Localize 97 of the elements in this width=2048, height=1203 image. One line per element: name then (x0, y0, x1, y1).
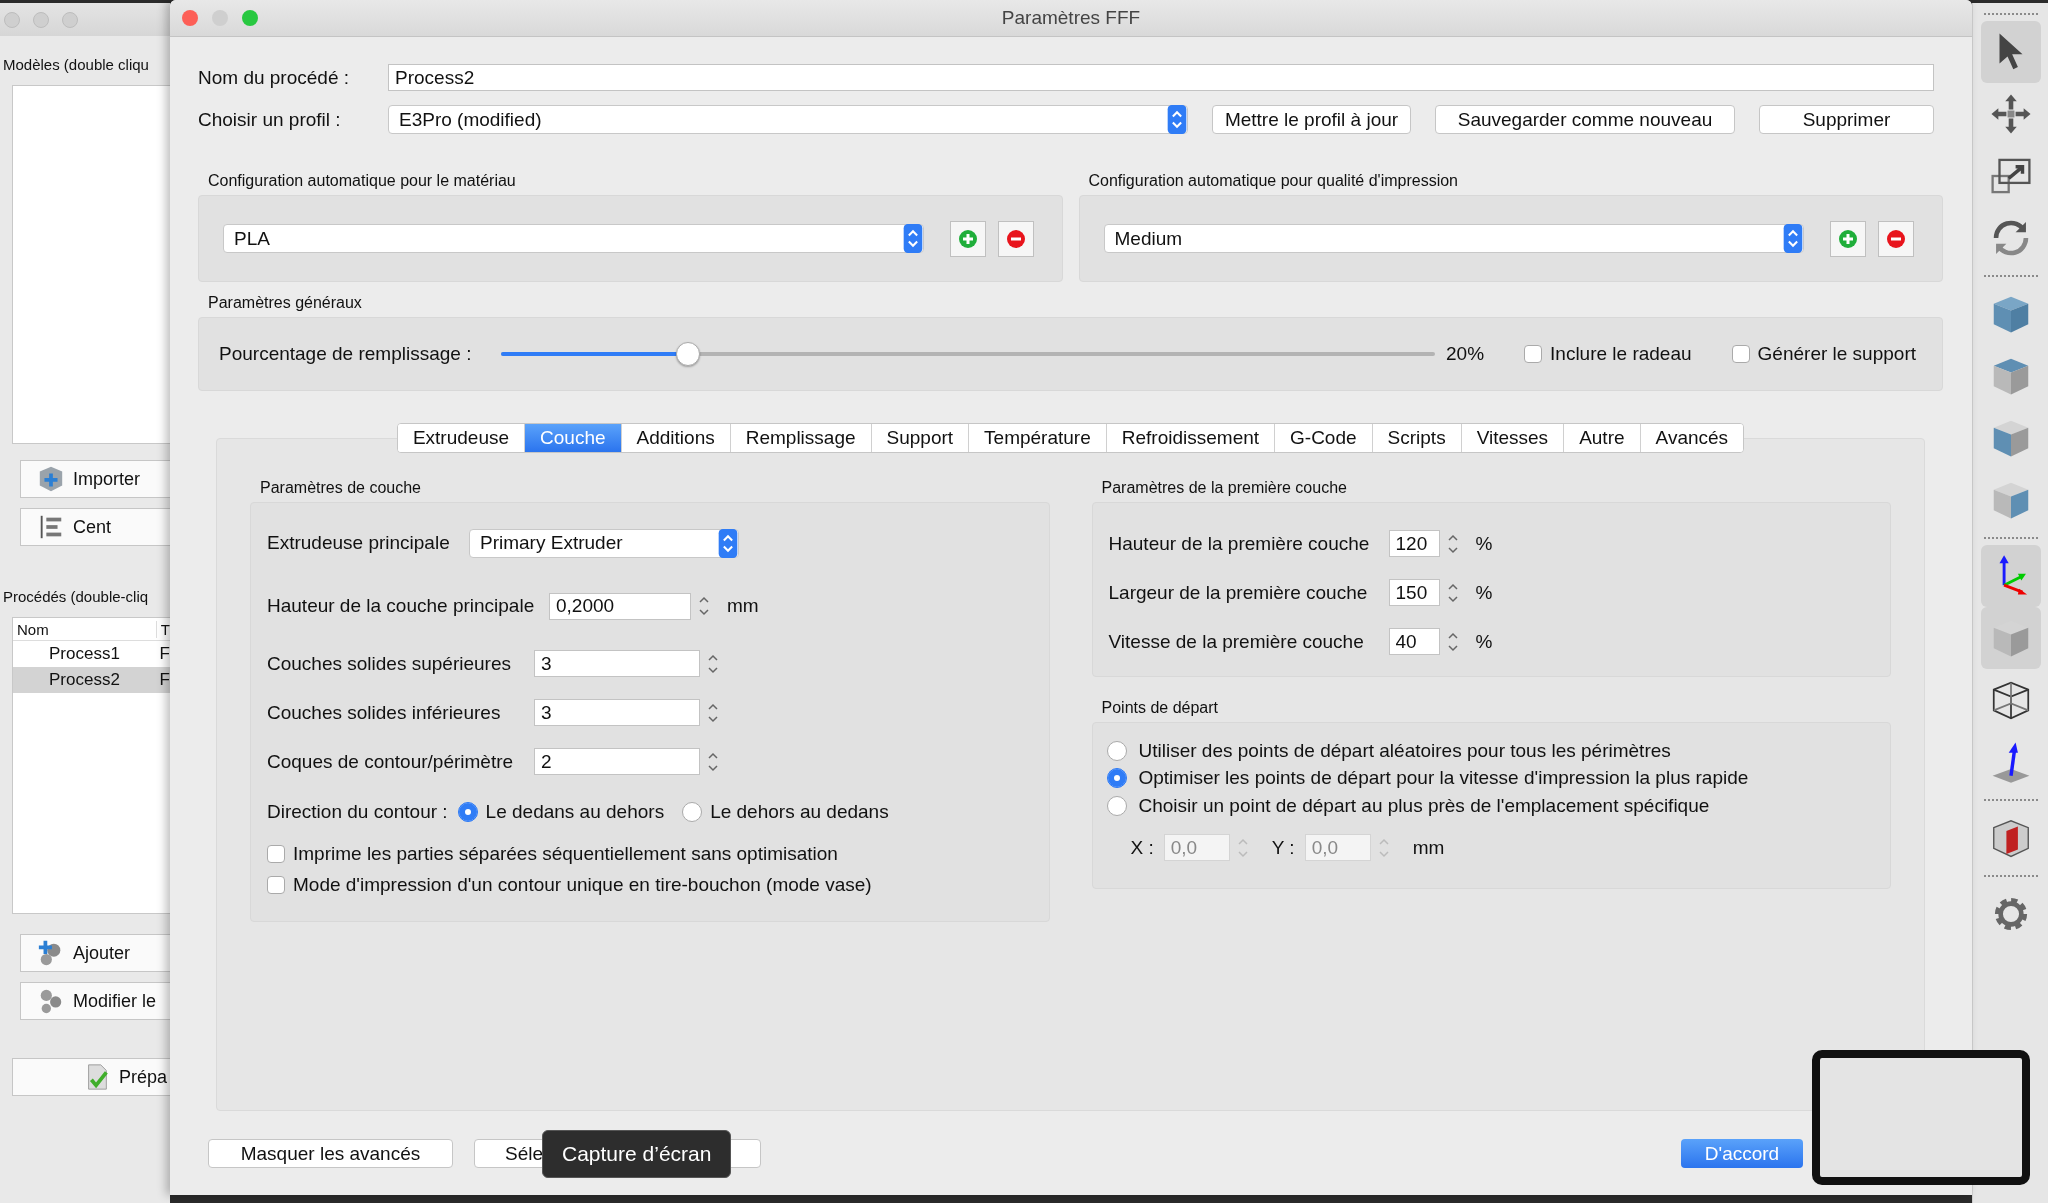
radio-button[interactable] (1106, 768, 1127, 789)
slider-value: 20% (1446, 343, 1485, 365)
checkbox-label: Imprime les parties séparées séquentiellement sans optimisation (293, 842, 838, 865)
field-label: Couches solides supérieures (267, 652, 512, 675)
field-label: Hauteur de la couche principale (267, 595, 536, 617)
table-cell-text: Process2 (48, 670, 121, 690)
number-field[interactable]: 40 (1388, 628, 1440, 655)
section-label: Modèles (double cliqu (2, 55, 150, 75)
add-button[interactable] (949, 220, 986, 257)
window-title: Paramètres FFF (1001, 7, 1141, 29)
toolbar-button[interactable]: Cent (20, 508, 170, 546)
field-label: Direction du contour : (267, 801, 448, 823)
table-cell-text: Process1 (48, 644, 121, 664)
table-cell-text: F (158, 670, 170, 690)
unit-label: mm (1412, 836, 1445, 859)
field-label: Couches solides inférieures (267, 701, 502, 724)
toolbar-button[interactable]: Importer (20, 460, 170, 498)
extruder-dropdown[interactable]: Primary Extruder (469, 528, 739, 558)
checkbox[interactable] (267, 844, 285, 863)
group-title: Paramètres généraux (207, 294, 363, 313)
minus-icon (1886, 228, 1906, 249)
group-title: Configuration automatique pour le matériau (207, 172, 517, 191)
field-label: Vitesse de la première couche (1108, 630, 1365, 653)
tooltip: Capture d’écran (542, 1130, 732, 1178)
minus-icon (1005, 228, 1026, 249)
checkbox[interactable] (267, 875, 285, 894)
remove-button[interactable] (997, 220, 1034, 257)
unit-label: % (1475, 581, 1493, 604)
number-field[interactable]: 150 (1388, 579, 1440, 606)
footer-button[interactable]: Masquer les avancés (208, 1139, 453, 1168)
toolbar-button[interactable]: Prépa (12, 1058, 170, 1096)
field-label: Y : (1271, 836, 1295, 859)
remove-button[interactable] (1878, 220, 1914, 257)
group-title: Points de départ (1100, 699, 1220, 718)
field-label: X : (1130, 836, 1154, 859)
checkbox[interactable] (1524, 345, 1543, 363)
field-label: Coques de contour/périmètre (267, 750, 515, 773)
infill-slider[interactable] (501, 342, 1435, 366)
cube-plus-icon (37, 465, 65, 493)
number-field[interactable]: 0,2000 (549, 592, 691, 620)
column-header[interactable]: T (156, 620, 170, 638)
table-row[interactable]: Process2 F (13, 667, 170, 693)
toolbar-button[interactable] (1981, 21, 2041, 83)
field-label: Extrudeuse principale (267, 532, 451, 554)
radio-label: Optimiser les points de départ pour la vitesse d'impression la plus rapide (1138, 767, 1749, 790)
profile-dropdown[interactable]: E3Pro (modified) (388, 105, 1188, 134)
field-label: Largeur de la première couche (1108, 581, 1369, 604)
toolbar-button[interactable]: Modifier le (20, 982, 170, 1020)
field-label: Choisir un profil : (198, 108, 342, 131)
number-field[interactable]: 2 (534, 748, 700, 775)
unit-label: % (1475, 532, 1493, 555)
plus-icon (957, 228, 978, 249)
checkbox-label: Inclure le radeau (1550, 343, 1692, 365)
section-label: Procédés (double-cliq (2, 587, 150, 607)
column-header[interactable]: Nom (13, 620, 157, 638)
preset-dropdown[interactable]: PLA (223, 224, 924, 253)
plus-icon (1838, 228, 1858, 249)
radio-label: Le dedans au dehors (485, 801, 665, 823)
updown-chevron-icon (718, 528, 738, 558)
table-row[interactable]: Process1 F (13, 641, 170, 667)
profile-button[interactable]: Sauvegarder comme nouveau (1435, 105, 1735, 134)
number-field[interactable]: 3 (534, 650, 700, 677)
radio-button[interactable] (682, 802, 703, 822)
zoom-button[interactable] (242, 10, 258, 26)
radio-button[interactable] (1106, 740, 1127, 761)
checkbox-label: Générer le support (1757, 343, 1916, 365)
radio-label: Choisir un point de départ au plus près de l'emplacement spécifique (1138, 794, 1710, 817)
unit-label: % (1475, 630, 1493, 653)
table-cell-text: F (158, 644, 170, 664)
radio-button[interactable] (1106, 795, 1127, 816)
field-label: Hauteur de la première couche (1108, 532, 1371, 555)
updown-chevron-icon (1167, 105, 1187, 134)
add-button[interactable] (1830, 220, 1866, 257)
radio-button[interactable] (457, 802, 478, 822)
number-field[interactable]: 3 (534, 699, 700, 726)
checkbox-label: Mode d'impression d'un contour unique en tire-bouchon (mode vase) (293, 873, 872, 896)
number-field[interactable]: 120 (1388, 530, 1440, 557)
profile-button[interactable]: Mettre le profil à jour (1212, 105, 1411, 134)
group-title: Paramètres de la première couche (1100, 479, 1348, 498)
slider-thumb[interactable] (675, 342, 700, 366)
toolbar-button[interactable]: Ajouter (20, 934, 170, 972)
tab[interactable]: Extrudeuse (397, 424, 526, 452)
unit-label: mm (727, 595, 759, 617)
radio-label: Utiliser des points de départ aléatoires pour tous les périmètres (1138, 739, 1671, 762)
group-title: Configuration automatique pour qualité d'impression (1087, 172, 1459, 191)
updown-chevron-icon (1783, 224, 1803, 253)
profile-button[interactable]: Supprimer (1759, 105, 1934, 134)
screenshot-thumbnail[interactable] (1812, 1050, 2030, 1185)
close-button[interactable] (182, 10, 198, 26)
preset-dropdown[interactable]: Medium (1103, 224, 1804, 253)
field-label: Pourcentage de remplissage : (219, 343, 473, 365)
radio-label: Le dehors au dedans (710, 801, 889, 823)
group-title: Paramètres de couche (259, 479, 422, 498)
updown-chevron-icon (902, 224, 923, 253)
field-label: Nom du procédé : (198, 66, 351, 89)
checkbox[interactable] (1731, 345, 1750, 363)
process-name-field[interactable]: Process2 (388, 64, 1934, 91)
